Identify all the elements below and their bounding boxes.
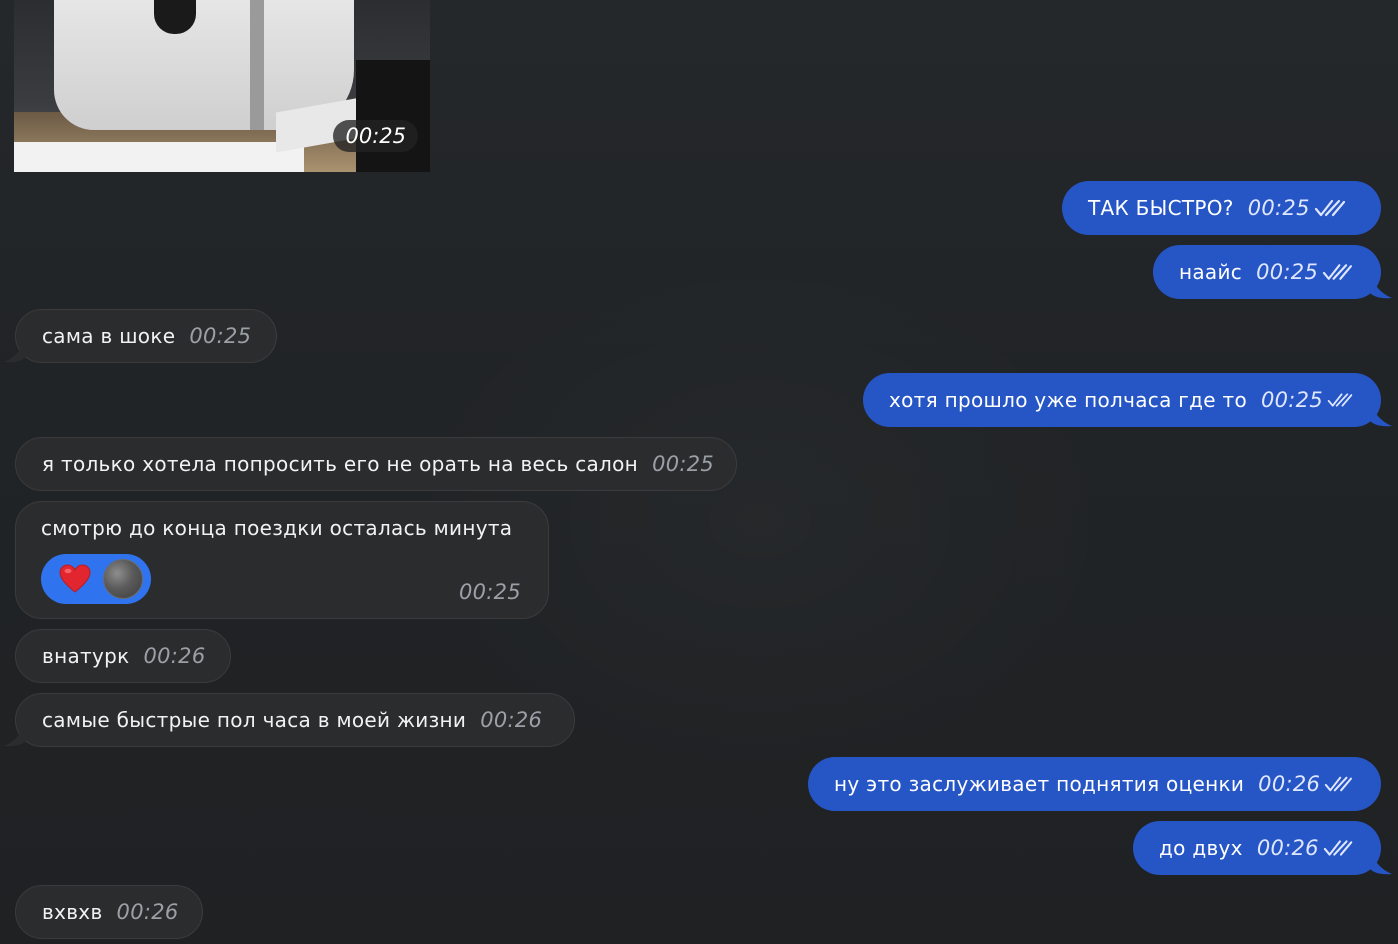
message-bubble-incoming[interactable]: сама в шоке 00:25 [15, 309, 277, 363]
message-bubble-outgoing[interactable]: до двух 00:26 [1133, 821, 1381, 875]
message-time: 00:26 [1258, 772, 1321, 796]
media-stand [250, 0, 264, 130]
message-bubble-outgoing[interactable]: ТАК БЫСТРО? 00:25 [1062, 181, 1381, 235]
message-text: сама в шоке [42, 324, 176, 348]
heart-icon [59, 564, 91, 593]
message-time: 00:25 [652, 452, 715, 476]
message-text: ну это заслуживает поднятия оценки [834, 772, 1245, 796]
bubble-tail [1370, 401, 1392, 427]
reaction-chip[interactable] [41, 554, 151, 604]
message-bubble-incoming[interactable]: смотрю до конца поездки осталась минута … [15, 501, 549, 619]
avatar [103, 559, 143, 599]
message-bubble-incoming[interactable]: самые быстрые пол часа в моей жизни 00:2… [15, 693, 575, 747]
media-monitor [356, 60, 430, 172]
message-time: 00:25 [1260, 388, 1324, 412]
message-time: 00:25 [1256, 260, 1319, 284]
media-time: 00:25 [333, 120, 418, 152]
message-text: самые быстрые пол часа в моей жизни [42, 708, 467, 732]
message-bubble-outgoing[interactable]: ну это заслуживает поднятия оценки 00:26 [808, 757, 1381, 811]
message-text: смотрю до конца поездки осталась минута [41, 516, 513, 540]
bubble-tail [1370, 273, 1392, 299]
double-check-icon [1327, 393, 1353, 407]
double-check-icon [1314, 199, 1345, 217]
media-thumbnail[interactable]: 00:25 [14, 0, 430, 172]
message-bubble-incoming[interactable]: я только хотела попросить его не орать н… [15, 437, 737, 491]
message-bubble-incoming[interactable]: вхвхв 00:26 [15, 885, 203, 939]
bubble-tail [4, 721, 26, 747]
message-time: 00:26 [116, 900, 179, 924]
message-bubble-incoming[interactable]: внатурк 00:26 [15, 629, 231, 683]
message-time: 00:26 [143, 644, 206, 668]
message-time: 00:25 [189, 324, 252, 348]
double-check-icon [1325, 776, 1353, 792]
bubble-tail [1370, 849, 1392, 875]
double-check-icon [1323, 840, 1353, 856]
message-text: наайс [1179, 260, 1243, 284]
message-text: до двух [1159, 836, 1243, 860]
message-text: вхвхв [42, 900, 103, 924]
message-time: 00:26 [1256, 836, 1319, 860]
message-bubble-outgoing[interactable]: хотя прошло уже полчаса где то 00:25 [863, 373, 1381, 427]
message-bubble-outgoing[interactable]: наайс 00:25 [1153, 245, 1381, 299]
chat-area: 00:25 ТАК БЫСТРО? 00:25 наайс 00:25 сама… [0, 0, 1398, 944]
message-text: внатурк [42, 644, 130, 668]
bubble-tail [4, 337, 26, 363]
message-text: я только хотела попросить его не орать н… [42, 452, 639, 476]
media-paper [14, 142, 304, 172]
message-time: 00:25 [458, 580, 521, 604]
message-text: ТАК БЫСТРО? [1088, 196, 1234, 220]
message-time: 00:26 [480, 708, 543, 732]
double-check-icon [1322, 264, 1353, 280]
message-time: 00:25 [1247, 196, 1310, 220]
message-text: хотя прошло уже полчаса где то [889, 388, 1247, 412]
